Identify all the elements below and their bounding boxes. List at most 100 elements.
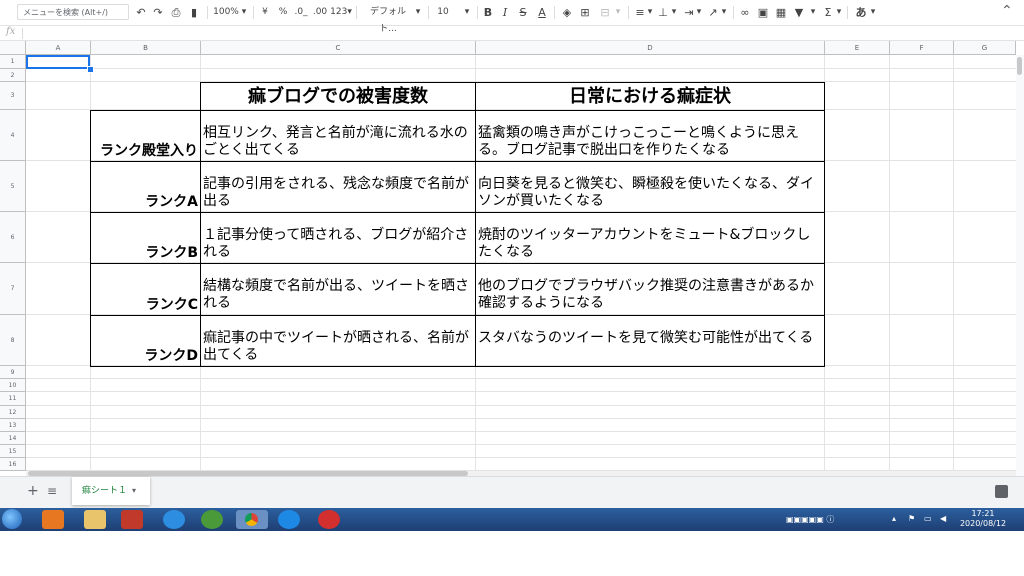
fill-color-icon[interactable]: ◈ <box>561 4 573 21</box>
functions-icon[interactable]: Σ <box>822 4 834 21</box>
spreadsheet-grid[interactable]: A B C D E F G 1 2 3 4 5 6 7 8 9 10 11 12… <box>0 41 1024 476</box>
chart-icon[interactable]: ▦ <box>775 4 787 21</box>
chevron-down-icon[interactable]: ▾ <box>240 4 248 21</box>
network-icon[interactable]: ▭ <box>924 514 932 523</box>
text-color-button[interactable]: A <box>536 4 548 21</box>
add-sheet-icon[interactable]: + <box>27 483 39 499</box>
paint-format-icon[interactable]: ▮ <box>188 4 200 21</box>
filter-icon[interactable]: ▼ <box>793 4 805 21</box>
row-header[interactable]: 3 <box>0 82 26 110</box>
chevron-down-icon[interactable]: ▾ <box>414 4 422 21</box>
rank-cell[interactable]: ランクD <box>90 315 201 367</box>
row-header[interactable]: 9 <box>0 366 26 379</box>
row-header[interactable]: 2 <box>0 69 26 82</box>
row-header[interactable]: 10 <box>0 379 26 392</box>
comment-icon[interactable]: ▣ <box>757 4 769 21</box>
row-header[interactable]: 16 <box>0 458 26 471</box>
print-icon[interactable]: ⎙ <box>170 4 182 21</box>
volume-icon[interactable]: ◀ <box>940 514 946 523</box>
row-header[interactable]: 14 <box>0 432 26 445</box>
text-rotation-icon[interactable]: ↗ <box>707 4 719 21</box>
row-header[interactable]: 8 <box>0 315 26 366</box>
row-header[interactable]: 4 <box>0 110 26 161</box>
menu-search-input[interactable]: メニューを検索 (Alt+/) <box>17 4 129 20</box>
rank-cell[interactable]: ランクB <box>90 212 201 264</box>
zoom-select[interactable]: 100% <box>213 4 239 21</box>
chevron-down-icon[interactable]: ▾ <box>614 4 622 21</box>
scrollbar-thumb[interactable] <box>1017 57 1022 75</box>
damage-cell[interactable]: 記事の引用をされる、残念な頻度で名前が出る <box>200 161 476 213</box>
show-hidden-icons[interactable]: ▴ <box>892 514 896 523</box>
chevron-down-icon[interactable]: ▾ <box>835 4 843 21</box>
vertical-align-icon[interactable]: ⊥ <box>657 4 669 21</box>
explore-icon[interactable] <box>995 485 1008 498</box>
chevron-down-icon[interactable]: ▾ <box>646 4 654 21</box>
link-icon[interactable]: ∞ <box>739 4 751 21</box>
chevron-down-icon[interactable]: ▾ <box>670 4 678 21</box>
bold-button[interactable]: B <box>483 4 493 21</box>
file-explorer-icon[interactable] <box>84 510 106 529</box>
chevron-down-icon[interactable]: ▾ <box>809 4 817 21</box>
column-header[interactable]: A <box>26 41 91 55</box>
clock[interactable]: 17:21 2020/08/12 <box>958 509 1008 529</box>
all-sheets-icon[interactable]: ≡ <box>47 484 57 498</box>
redo-icon[interactable]: ↷ <box>152 4 164 21</box>
rank-cell[interactable]: ランク殿堂入り <box>90 110 201 162</box>
damage-cell[interactable]: 痲記事の中でツイートが晒される、名前が出てくる <box>200 315 476 367</box>
formula-bar[interactable]: fx <box>0 26 1024 41</box>
number-format-select[interactable]: 123▾ <box>330 4 352 21</box>
column-header[interactable]: F <box>890 41 954 55</box>
strikethrough-button[interactable]: S <box>518 4 528 21</box>
damage-cell[interactable]: 相互リンク、発言と名前が滝に流れる水のごとく出てくる <box>200 110 476 162</box>
increase-decimal-button[interactable]: .00 <box>312 4 328 21</box>
chevron-down-icon[interactable]: ▾ <box>720 4 728 21</box>
symptom-cell[interactable]: 焼酎のツイッターアカウントをミュート&ブロックしたくなる <box>475 212 825 264</box>
symptom-cell[interactable]: 向日葵を見ると微笑む、瞬極殺を使いたくなる、ダイソンが買いたくなる <box>475 161 825 213</box>
table-header-damage[interactable]: 痲ブログでの被害度数 <box>200 82 476 111</box>
column-header[interactable]: E <box>825 41 890 55</box>
app-icon[interactable] <box>201 510 223 529</box>
rank-cell[interactable]: ランクA <box>90 161 201 213</box>
column-header[interactable]: C <box>201 41 476 55</box>
game-icon[interactable] <box>121 510 143 529</box>
row-header[interactable]: 15 <box>0 445 26 458</box>
italic-button[interactable]: I <box>500 4 510 21</box>
chevron-down-icon[interactable]: ▾ <box>869 4 877 21</box>
edge-icon[interactable] <box>278 510 300 529</box>
row-header[interactable]: 13 <box>0 419 26 432</box>
row-header[interactable]: 1 <box>0 55 26 69</box>
table-header-symptom[interactable]: 日常における痲症状 <box>475 82 825 111</box>
flag-icon[interactable]: ⚑ <box>908 514 915 523</box>
chrome-icon[interactable] <box>236 510 268 529</box>
decrease-decimal-button[interactable]: .0_ <box>294 4 308 21</box>
row-header[interactable]: 12 <box>0 406 26 419</box>
selected-cell-a1[interactable] <box>26 55 90 69</box>
input-tools-button[interactable]: あ <box>854 4 868 21</box>
rank-cell[interactable]: ランクC <box>90 263 201 316</box>
font-select[interactable]: デフォルト... <box>364 4 412 34</box>
chevron-down-icon[interactable]: ▾ <box>695 4 703 21</box>
undo-icon[interactable]: ↶ <box>135 4 147 21</box>
damage-cell[interactable]: 結構な頻度で名前が出る、ツイートを晒される <box>200 263 476 316</box>
font-size-select[interactable]: 10 <box>436 4 450 21</box>
merge-cells-icon[interactable]: ⊟ <box>598 4 612 21</box>
horizontal-align-icon[interactable]: ≡ <box>634 4 646 21</box>
row-header[interactable]: 5 <box>0 161 26 212</box>
text-wrap-icon[interactable]: ⇥ <box>683 4 695 21</box>
tray-icons[interactable]: ▣▣▣▣▣ ⓘ <box>786 514 834 525</box>
row-header[interactable]: 6 <box>0 212 26 263</box>
start-button-icon[interactable] <box>2 509 22 529</box>
column-header[interactable]: G <box>954 41 1016 55</box>
security-app-icon[interactable] <box>318 510 340 529</box>
chevron-down-icon[interactable]: ▾ <box>463 4 471 21</box>
fill-handle[interactable] <box>87 66 94 73</box>
borders-icon[interactable]: ⊞ <box>579 4 591 21</box>
media-player-icon[interactable] <box>42 510 64 529</box>
column-header[interactable]: D <box>476 41 825 55</box>
vertical-scrollbar[interactable] <box>1016 55 1024 476</box>
row-header[interactable]: 7 <box>0 263 26 315</box>
sheet-tab[interactable]: 痲シート１ ▾ <box>72 477 150 505</box>
column-header[interactable]: B <box>91 41 201 55</box>
currency-button[interactable]: ¥ <box>260 4 270 21</box>
damage-cell[interactable]: １記事分使って晒される、ブログが紹介される <box>200 212 476 264</box>
